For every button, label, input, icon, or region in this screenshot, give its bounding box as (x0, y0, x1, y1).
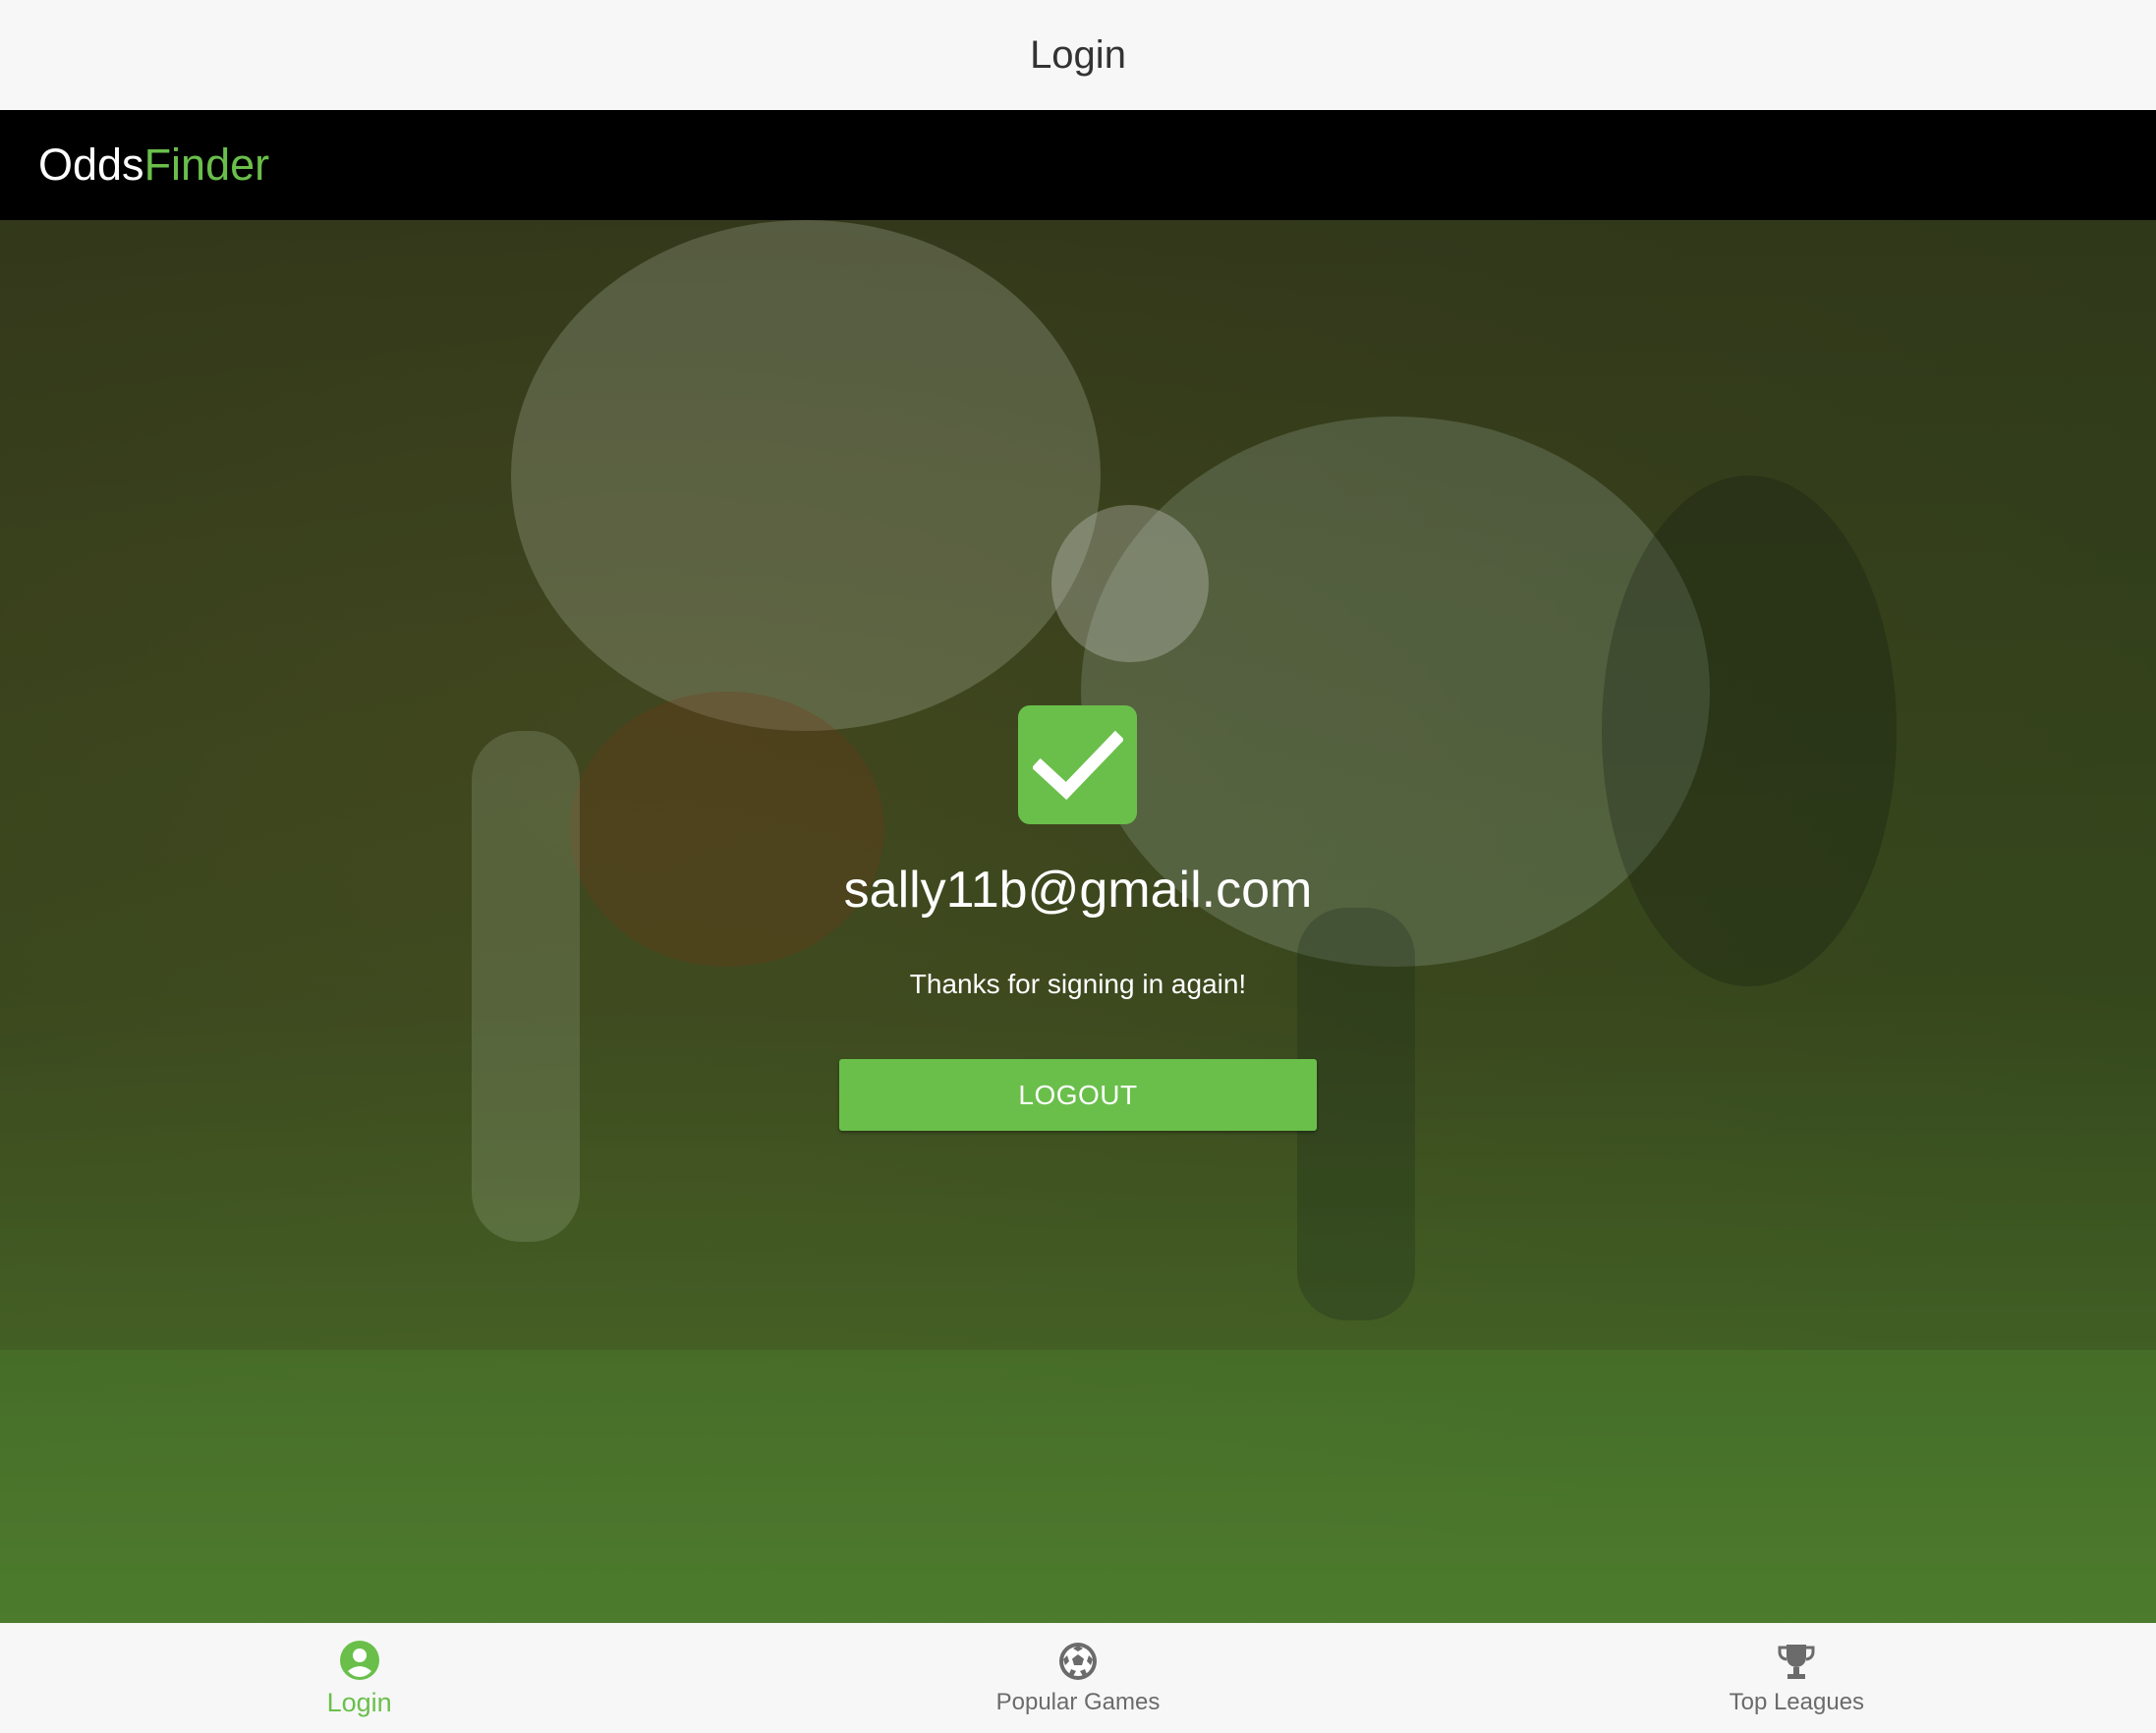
title-bar: Login (0, 0, 2156, 110)
account-circle-icon (338, 1639, 381, 1682)
hero-background: sally11b@gmail.com Thanks for signing in… (0, 220, 2156, 1623)
logout-button[interactable]: LOGOUT (839, 1059, 1317, 1131)
tab-top-leagues[interactable]: Top Leagues (1438, 1623, 2156, 1733)
tab-popular-games-label: Popular Games (995, 1689, 1161, 1715)
tab-login-label: Login (326, 1687, 392, 1717)
login-status-panel: sally11b@gmail.com Thanks for signing in… (0, 220, 2156, 1623)
check-icon (1018, 705, 1137, 824)
welcome-message: Thanks for signing in again! (909, 969, 1247, 999)
brand-logo-part-odds: Odds (38, 140, 144, 190)
user-email: sally11b@gmail.com (843, 862, 1313, 919)
tab-login[interactable]: Login (0, 1623, 718, 1733)
brand-logo: OddsFinder (38, 140, 269, 191)
trophy-icon (1775, 1640, 1818, 1683)
tab-top-leagues-label: Top Leagues (1729, 1689, 1865, 1715)
bottom-tab-bar: Login Popular Games Top Leagues (0, 1623, 2156, 1733)
page-title: Login (1030, 32, 1126, 77)
tab-popular-games[interactable]: Popular Games (718, 1623, 1437, 1733)
brand-logo-part-finder: Finder (143, 140, 270, 190)
brand-bar: OddsFinder (0, 110, 2156, 220)
app-screen: Login OddsFinder sally11b@gmail.com Than… (0, 0, 2156, 1733)
soccer-ball-icon (1056, 1640, 1100, 1683)
